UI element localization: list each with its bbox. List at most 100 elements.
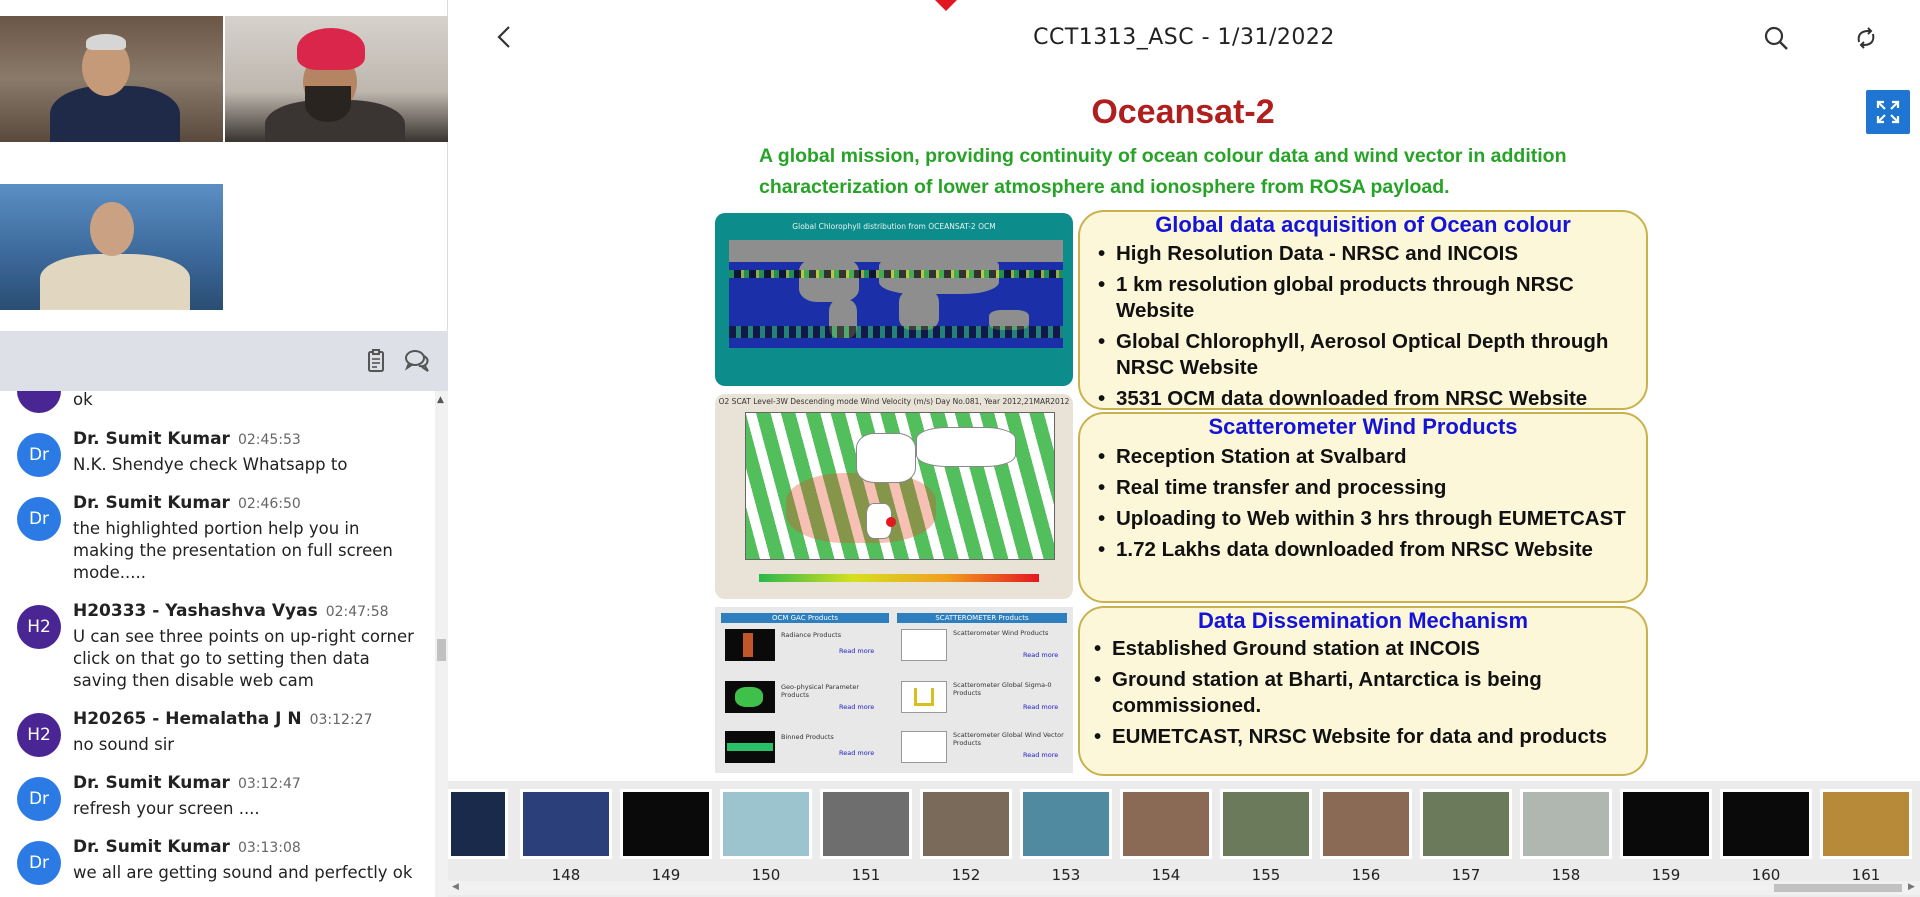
image-item: Scatterometer Global Wind Vector Product… xyxy=(953,731,1064,747)
image-caption: O2 SCAT Level-3W Descending mode Wind Ve… xyxy=(718,397,1070,406)
image-link: Read more xyxy=(839,647,875,655)
image-item: Scatterometer Global Sigma-0 Products xyxy=(953,681,1052,697)
chat-icon[interactable] xyxy=(403,347,431,375)
slide-thumbnail[interactable] xyxy=(620,789,712,859)
slide-thumbnail[interactable] xyxy=(1520,789,1612,859)
avatar xyxy=(17,391,61,413)
message-author: H20333 - Yashashva Vyas 02:47:58 xyxy=(73,601,389,621)
slide-thumbnail[interactable] xyxy=(448,789,508,859)
image-col-header: OCM GAC Products xyxy=(721,613,889,623)
notes-icon[interactable] xyxy=(362,347,390,375)
participant-video-1[interactable] xyxy=(0,16,223,142)
presentation-header: CCT1313_ASC - 1/31/2022 xyxy=(448,0,1920,76)
dissemination-panel: Data Dissemination Mechanism Established… xyxy=(1078,606,1648,776)
pointer-marker-icon xyxy=(935,0,957,11)
message-time: 03:13:08 xyxy=(237,840,301,856)
chat-scrollbar[interactable]: ▲ xyxy=(435,391,448,897)
panel-heading: Data Dissemination Mechanism xyxy=(1197,608,1529,633)
message-author: Dr. Sumit Kumar 03:13:08 xyxy=(73,837,301,857)
avatar: H2 xyxy=(17,605,61,649)
slide-thumbnail[interactable] xyxy=(1420,789,1512,859)
message-text: U can see three points on up-right corne… xyxy=(73,627,414,690)
image-link: Read more xyxy=(839,749,875,757)
image-item: Radiance Products xyxy=(781,631,842,639)
presentation-area: CCT1313_ASC - 1/31/2022 Oceansat-2 A glo… xyxy=(448,0,1920,897)
fullscreen-button[interactable] xyxy=(1866,90,1910,134)
left-panel: ok Dr Dr. Sumit Kumar 02:45:53 N.K. Shend… xyxy=(0,0,448,897)
image-item: Scatterometer Wind Products xyxy=(953,629,1049,637)
bullet-item: 3531 OCM data downloaded from NRSC Websi… xyxy=(1098,386,1638,412)
slide-thumbnail[interactable] xyxy=(1220,789,1312,859)
bullet-item: Reception Station at Svalbard xyxy=(1098,444,1638,470)
panel-bullet-list: Reception Station at Svalbard Real time … xyxy=(1098,444,1638,568)
slide-thumbnail[interactable] xyxy=(1820,789,1912,859)
scroll-left-icon[interactable]: ◀ xyxy=(452,882,459,892)
participant-video-3[interactable] xyxy=(0,184,223,310)
message-text: ok xyxy=(73,391,93,409)
bullet-item: Ground station at Bharti, Antarctica is … xyxy=(1094,667,1634,719)
image-col-header: SCATTEROMETER Products xyxy=(897,613,1067,623)
bullet-item: 1.72 Lakhs data downloaded from NRSC Web… xyxy=(1098,537,1638,563)
presentation-title: CCT1313_ASC - 1/31/2022 xyxy=(1033,25,1335,50)
scroll-up-icon[interactable]: ▲ xyxy=(437,395,444,405)
message-time: 02:47:58 xyxy=(325,604,389,620)
swap-view-icon[interactable] xyxy=(1852,24,1880,52)
slide-thumbnail[interactable] xyxy=(1320,789,1412,859)
message-author: Dr. Sumit Kumar 02:45:53 xyxy=(73,429,301,449)
avatar: H2 xyxy=(17,713,61,757)
message-time: 02:46:50 xyxy=(237,496,301,512)
scroll-right-icon[interactable]: ▶ xyxy=(1908,882,1915,892)
image-link: Read more xyxy=(1023,651,1059,659)
image-item: Binned Products xyxy=(781,733,834,741)
search-icon[interactable] xyxy=(1762,24,1790,52)
scrollbar-thumb[interactable] xyxy=(1774,884,1902,892)
participant-video-2[interactable] xyxy=(225,16,448,142)
slide-viewer: Oceansat-2 A global mission, providing c… xyxy=(448,76,1920,781)
slide-thumbnail-strip[interactable]: 148 149 150 151 152 153 154 155 156 157 … xyxy=(448,781,1920,897)
chlorophyll-map-image: Global Chlorophyll distribution from OCE… xyxy=(715,213,1073,386)
image-link: Read more xyxy=(839,703,875,711)
slide-thumbnail[interactable] xyxy=(920,789,1012,859)
bullet-item: Established Ground station at INCOIS xyxy=(1094,636,1634,662)
image-link: Read more xyxy=(1023,751,1059,759)
slide-thumbnail[interactable] xyxy=(820,789,912,859)
chat-message-list[interactable]: ok Dr Dr. Sumit Kumar 02:45:53 N.K. Shend… xyxy=(0,391,435,897)
avatar: Dr xyxy=(17,433,61,477)
bullet-item: Uploading to Web within 3 hrs through EU… xyxy=(1098,506,1638,532)
bullet-item: EUMETCAST, NRSC Website for data and pro… xyxy=(1094,724,1634,750)
slide-title: Oceansat-2 xyxy=(1091,93,1275,131)
panel-bullet-list: Established Ground station at INCOIS Gro… xyxy=(1094,636,1634,755)
message-author: Dr. Sumit Kumar 03:12:47 xyxy=(73,773,301,793)
slide-thumbnail[interactable] xyxy=(1720,789,1812,859)
scrollbar-thumb[interactable] xyxy=(437,639,446,661)
message-time: 03:12:27 xyxy=(309,712,373,728)
message-text: no sound sir xyxy=(73,735,175,754)
image-item: Geo-physical Parameter Products xyxy=(781,683,860,699)
slide-thumbnail[interactable] xyxy=(1020,789,1112,859)
products-image: OCM GAC Products SCATTEROMETER Products … xyxy=(715,607,1073,773)
chat-toolbar xyxy=(0,331,448,391)
message-text: we all are getting sound and perfectly o… xyxy=(73,863,413,882)
image-link: Read more xyxy=(1023,703,1059,711)
slide-subtitle: A global mission, providing continuity o… xyxy=(759,145,1567,198)
slide-thumbnail[interactable] xyxy=(520,789,612,859)
panel-heading: Global data acquisition of Ocean colour xyxy=(1155,212,1571,237)
message-text: N.K. Shendye check Whatsapp to xyxy=(73,455,348,474)
slide-thumbnail[interactable] xyxy=(1620,789,1712,859)
ocean-colour-panel: Global data acquisition of Ocean colour … xyxy=(1078,210,1648,412)
wind-velocity-map-image: O2 SCAT Level-3W Descending mode Wind Ve… xyxy=(715,394,1073,599)
avatar: Dr xyxy=(17,841,61,885)
bullet-item: 1 km resolution global products through … xyxy=(1098,272,1638,324)
thumbnail-scrollbar[interactable]: ◀ ▶ xyxy=(448,881,1920,895)
image-caption: Global Chlorophyll distribution from OCE… xyxy=(792,222,996,231)
panel-bullet-list: High Resolution Data - NRSC and INCOIS 1… xyxy=(1098,241,1638,417)
message-text: refresh your screen .... xyxy=(73,799,260,818)
slide-thumbnail[interactable] xyxy=(1120,789,1212,859)
slide-thumbnail[interactable] xyxy=(720,789,812,859)
message-author: Dr. Sumit Kumar 02:46:50 xyxy=(73,493,301,513)
slide: Oceansat-2 A global mission, providing c… xyxy=(715,79,1651,779)
scatterometer-panel: Scatterometer Wind Products Reception St… xyxy=(1078,412,1648,603)
message-time: 02:45:53 xyxy=(237,432,301,448)
bullet-item: Global Chlorophyll, Aerosol Optical Dept… xyxy=(1098,329,1638,381)
avatar: Dr xyxy=(17,497,61,541)
